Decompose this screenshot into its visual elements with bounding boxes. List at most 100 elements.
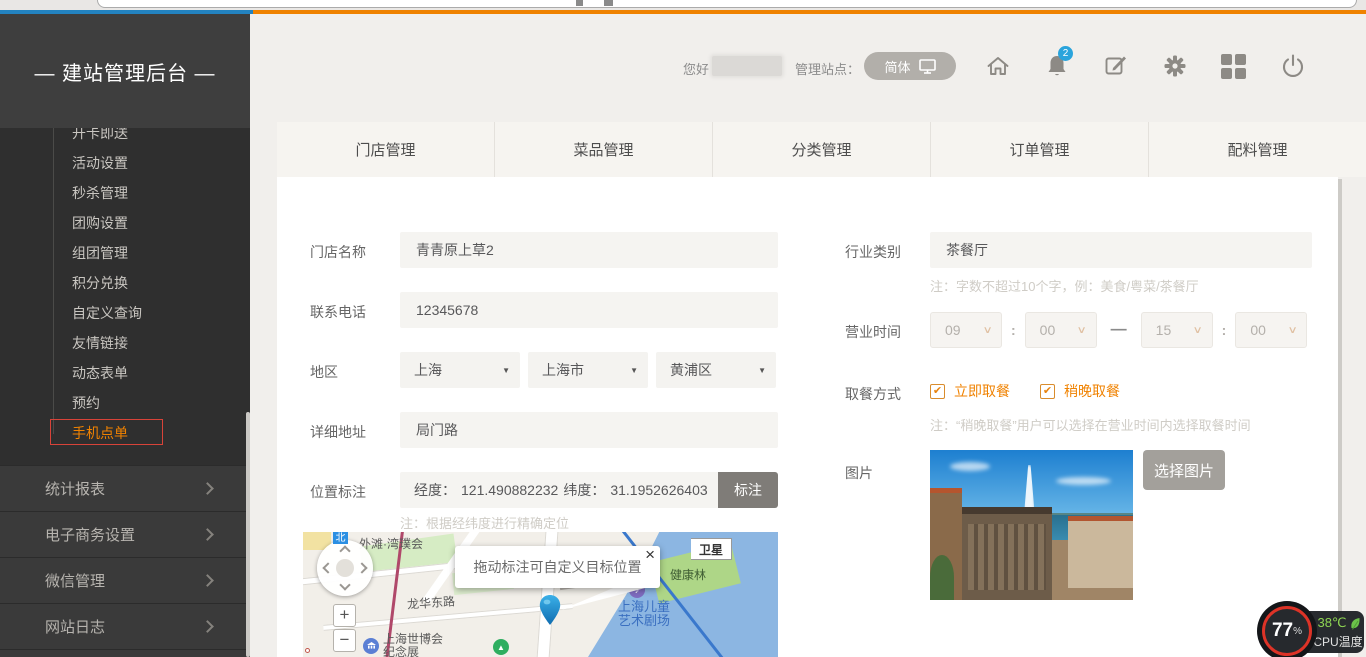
notifications-bell-icon[interactable]: 2 xyxy=(1044,53,1070,79)
choose-image-button[interactable]: 选择图片 xyxy=(1143,450,1225,490)
map-pin-marker[interactable] xyxy=(538,594,562,631)
sidebar-item-seckill[interactable]: 秒杀管理 xyxy=(0,178,250,208)
image-label: 图片 xyxy=(845,463,873,483)
tab-category-management[interactable]: 分类管理 xyxy=(713,122,931,177)
sidebar-item-reservation[interactable]: 预约 xyxy=(0,388,250,418)
store-name-label: 门店名称 xyxy=(310,242,366,262)
store-photo-thumbnail xyxy=(930,450,1133,600)
photo-cloud xyxy=(1056,477,1111,485)
close-minute-select[interactable]: 00∨ xyxy=(1235,312,1307,348)
industry-label: 行业类别 xyxy=(845,242,901,262)
cpu-usage-gauge[interactable]: 77% xyxy=(1257,601,1317,657)
pickup-note: 注：“稍晚取餐”用户可以选择在营业时间内选择取餐时间 xyxy=(930,415,1251,434)
theater-line2: 艺术剧场 xyxy=(618,613,670,628)
industry-input[interactable]: 茶餐厅 xyxy=(930,232,1312,268)
edit-icon[interactable] xyxy=(1103,53,1129,79)
latitude-label: 纬度： xyxy=(563,480,605,500)
sidebar-section-logs[interactable]: 网站日志 xyxy=(0,603,250,649)
time-range-dash: — xyxy=(1111,321,1127,339)
province-select[interactable]: 上海▼ xyxy=(400,352,520,388)
browser-chrome-strip xyxy=(0,0,1366,10)
close-hour-select[interactable]: 15∨ xyxy=(1141,312,1213,348)
infowindow-text: 拖动标注可自定义目标位置 xyxy=(474,559,642,575)
district-select[interactable]: 黄浦区▼ xyxy=(656,352,776,388)
city-select[interactable]: 上海市▼ xyxy=(528,352,648,388)
photo-building xyxy=(1068,516,1133,588)
sidebar-item-points[interactable]: 积分兑换 xyxy=(0,268,250,298)
map-type-toggle: 地图 卫星 xyxy=(691,538,732,560)
expo-line1: 上海世博会 xyxy=(383,632,443,646)
sidebar-item-dynamic-form[interactable]: 动态表单 xyxy=(0,358,250,388)
home-icon[interactable] xyxy=(985,53,1011,79)
store-name-input[interactable]: 青青原上草2 xyxy=(400,232,778,268)
pickup-later-label[interactable]: 稍晚取餐 xyxy=(1064,381,1120,401)
sidebar-item-group[interactable]: 组团管理 xyxy=(0,238,250,268)
zoom-in-button[interactable]: + xyxy=(333,604,356,627)
browser-address-bar[interactable] xyxy=(97,0,1357,8)
open-minute-value: 00 xyxy=(1040,322,1056,338)
region-label: 地区 xyxy=(310,362,338,382)
pan-up-arrow[interactable] xyxy=(339,545,350,556)
apps-grid-icon[interactable] xyxy=(1221,53,1247,79)
open-hour-select[interactable]: 09∨ xyxy=(930,312,1002,348)
content-scrollbar[interactable] xyxy=(1338,179,1342,657)
longitude-value: 121.490882232 xyxy=(461,482,558,498)
infowindow-close-icon[interactable]: × xyxy=(645,534,655,576)
address-label: 详细地址 xyxy=(310,422,366,442)
pickup-now-label[interactable]: 立即取餐 xyxy=(954,381,1010,401)
pickup-options-row: ✔ 立即取餐 ✔ 稍晚取餐 xyxy=(930,381,1120,401)
address-input[interactable]: 局门路 xyxy=(400,412,778,448)
grid-square xyxy=(1221,68,1232,79)
language-switch-button[interactable]: 简体 xyxy=(864,52,956,80)
phone-label: 联系电话 xyxy=(310,302,366,322)
open-hour-value: 09 xyxy=(945,322,961,338)
pickup-later-checkbox[interactable]: ✔ xyxy=(1040,384,1055,399)
sidebar-section-reports[interactable]: 统计报表 xyxy=(0,465,250,511)
mark-location-button[interactable]: 标注 xyxy=(718,472,778,508)
sidebar-section-partial xyxy=(0,649,250,657)
sidebar-item-custom-query[interactable]: 自定义查询 xyxy=(0,298,250,328)
browser-text-fragment xyxy=(604,0,613,6)
chevron-right-icon xyxy=(201,620,214,633)
pickup-now-checkbox[interactable]: ✔ xyxy=(930,384,945,399)
time-colon: : xyxy=(1011,322,1016,338)
tab-order-management[interactable]: 订单管理 xyxy=(931,122,1149,177)
sidebar-scrollbar[interactable] xyxy=(246,412,250,657)
chevron-down-icon: ∨ xyxy=(1288,325,1298,336)
sidebar-section-ecommerce[interactable]: 电子商务设置 xyxy=(0,511,250,557)
notification-badge: 2 xyxy=(1058,46,1073,61)
open-minute-select[interactable]: 00∨ xyxy=(1025,312,1097,348)
pan-center-dot[interactable] xyxy=(336,559,354,577)
tab-bar: 门店管理 菜品管理 分类管理 订单管理 配料管理 xyxy=(277,122,1366,177)
tab-ingredient-management[interactable]: 配料管理 xyxy=(1149,122,1366,177)
sidebar-section-wechat[interactable]: 微信管理 xyxy=(0,557,250,603)
page: 开卡即送 活动设置 秒杀管理 团购设置 组团管理 积分兑换 自定义查询 友情链接… xyxy=(0,0,1366,657)
map-widget[interactable]: 外滩·湾璞会 龙华东路 上海世博会 纪念展 ▲ 健康林 ♪ 上海儿童 艺术剧场 xyxy=(303,532,778,657)
close-hour-value: 15 xyxy=(1156,322,1172,338)
map-label-theater: 上海儿童 艺术剧场 xyxy=(618,600,670,628)
pan-down-arrow[interactable] xyxy=(339,579,350,590)
tab-dish-management[interactable]: 菜品管理 xyxy=(495,122,713,177)
map-pan-control[interactable] xyxy=(317,540,373,596)
sidebar-item-activity[interactable]: 活动设置 xyxy=(0,148,250,178)
section-label: 网站日志 xyxy=(45,616,105,637)
caret-down-icon: ▼ xyxy=(502,366,510,375)
gauge-ring: 77% xyxy=(1262,606,1312,656)
percent-sign: % xyxy=(1293,626,1302,637)
settings-gear-icon[interactable] xyxy=(1162,53,1188,79)
tab-store-management[interactable]: 门店管理 xyxy=(277,122,495,177)
coordinates-box[interactable]: 经度： 121.490882232 纬度： 31.1952626403 xyxy=(400,472,718,508)
pan-left-arrow[interactable] xyxy=(322,562,333,573)
location-note: 注：根据经纬度进行精确定位 xyxy=(400,513,569,532)
map-label-road: 龙华东路 xyxy=(406,592,455,612)
sidebar-item-groupbuy[interactable]: 团购设置 xyxy=(0,208,250,238)
map-type-satellite-button[interactable]: 卫星 xyxy=(691,538,732,560)
phone-input[interactable]: 12345678 xyxy=(400,292,778,328)
location-label: 位置标注 xyxy=(310,482,366,502)
sidebar-item-links[interactable]: 友情链接 xyxy=(0,328,250,358)
selection-annotation-box xyxy=(50,419,163,445)
zoom-out-button[interactable]: − xyxy=(333,629,356,652)
power-logout-icon[interactable] xyxy=(1280,53,1306,79)
pan-right-arrow[interactable] xyxy=(356,562,367,573)
north-badge: 北 xyxy=(333,532,348,544)
